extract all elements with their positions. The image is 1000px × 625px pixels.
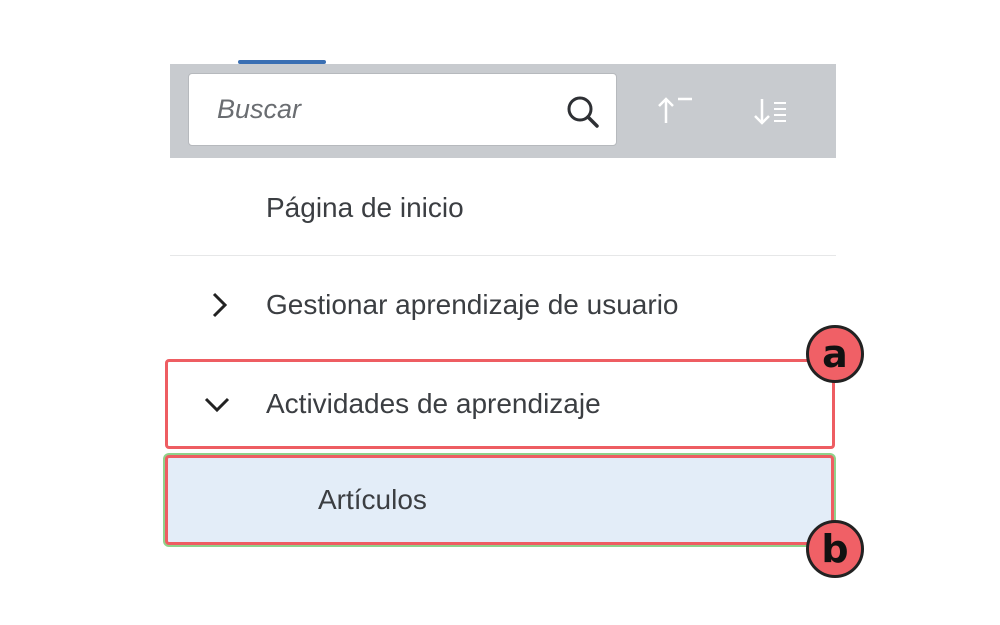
nav-item-manage-user-learning[interactable]: Gestionar aprendizaje de usuario (170, 257, 836, 353)
nav-item-home[interactable]: Página de inicio (170, 160, 836, 256)
annotation-badge-b: b (806, 520, 864, 578)
search-icon[interactable] (563, 92, 603, 132)
sort-descending-icon[interactable] (750, 91, 794, 131)
annotation-badge-a: a (806, 325, 864, 383)
nav-item-learning-activities[interactable]: Actividades de aprendizaje (165, 359, 835, 449)
nav-item-label: Artículos (318, 484, 427, 515)
chevron-right-icon[interactable] (204, 290, 234, 320)
search-box[interactable] (188, 73, 617, 146)
nav-item-label: Gestionar aprendizaje de usuario (266, 289, 679, 320)
search-input[interactable] (189, 74, 549, 145)
nav-item-label: Actividades de aprendizaje (266, 388, 601, 419)
chevron-down-icon[interactable] (202, 389, 232, 419)
sort-ascending-icon[interactable] (654, 91, 698, 131)
nav-item-label: Página de inicio (266, 191, 464, 223)
search-toolbar (170, 64, 836, 158)
nav-item-articles[interactable]: Artículos (165, 455, 834, 545)
